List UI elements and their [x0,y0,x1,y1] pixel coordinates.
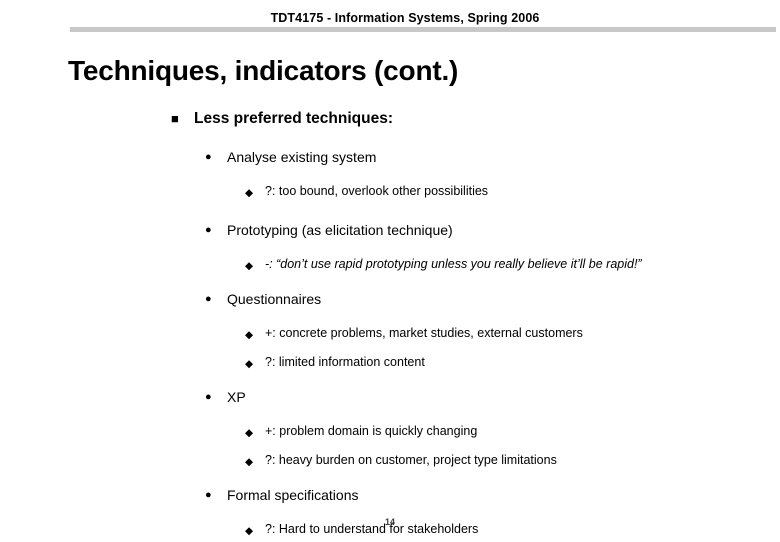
bullet-level2-label: Questionnaires [227,291,322,307]
slide-content-body: ■ Less preferred techniques: ● Analyse e… [0,108,780,542]
bullet-level3-prototyping-note-1: ◆ -: “don’t use rapid prototyping unless… [0,256,780,272]
bullet-level2-label: Prototyping (as elicitation technique) [227,222,453,238]
bullet-level3-xp-note-1: ◆ +: problem domain is quickly changing [0,423,780,439]
bullet-level2-label: Analyse existing system [227,149,377,165]
bullet-level3-analyse-note-1: ◆ ?: too bound, overlook other possibili… [0,183,780,199]
bullet-level1-label: Less preferred techniques: [194,110,393,127]
bullet-level3-questionnaires-note-2: ◆ ?: limited information content [0,354,780,370]
bullet-level2-label: Formal specifications [227,487,359,503]
slide-page-number: 14 [384,517,395,527]
round-bullet-icon: ● [205,489,212,501]
diamond-bullet-icon: ◆ [245,427,254,439]
slide-header-course-line: TDT4175 - Information Systems, Spring 20… [270,11,540,25]
bullet-level1-less-preferred-techniques: ■ Less preferred techniques: [0,108,780,130]
bullet-level3-xp-note-2: ◆ ?: heavy burden on customer, project t… [0,452,780,468]
round-bullet-icon: ● [205,151,212,163]
bullet-level3-label: -: “don’t use rapid prototyping unless y… [265,257,642,271]
bullet-level2-analyse-existing-system: ● Analyse existing system [0,147,780,168]
diamond-bullet-icon: ◆ [245,358,254,370]
bullet-level2-xp: ● XP [0,387,780,408]
bullet-level3-label: +: concrete problems, market studies, ex… [265,326,583,340]
diamond-bullet-icon: ◆ [245,329,254,341]
page-title: Techniques, indicators (cont.) [68,54,459,86]
diamond-bullet-icon: ◆ [245,456,254,468]
bullet-level3-label: ?: too bound, overlook other possibiliti… [265,184,489,198]
bullet-level2-prototyping: ● Prototyping (as elicitation technique) [0,220,780,241]
bullet-level2-label: XP [227,389,246,405]
round-bullet-icon: ● [205,224,212,236]
diamond-bullet-icon: ◆ [245,187,254,199]
square-bullet-icon: ■ [171,111,179,126]
bullet-level3-label: ?: limited information content [265,355,425,369]
round-bullet-icon: ● [205,391,212,403]
bullet-level3-label: ?: heavy burden on customer, project typ… [265,453,557,467]
diamond-bullet-icon: ◆ [245,260,254,272]
bullet-level3-label: +: problem domain is quickly changing [265,424,478,438]
bullet-level3-questionnaires-note-1: ◆ +: concrete problems, market studies, … [0,325,780,341]
bullet-level2-formal-specifications: ● Formal specifications [0,485,780,506]
round-bullet-icon: ● [205,293,212,305]
bullet-level2-questionnaires: ● Questionnaires [0,289,780,310]
header-divider-rule [70,27,776,32]
